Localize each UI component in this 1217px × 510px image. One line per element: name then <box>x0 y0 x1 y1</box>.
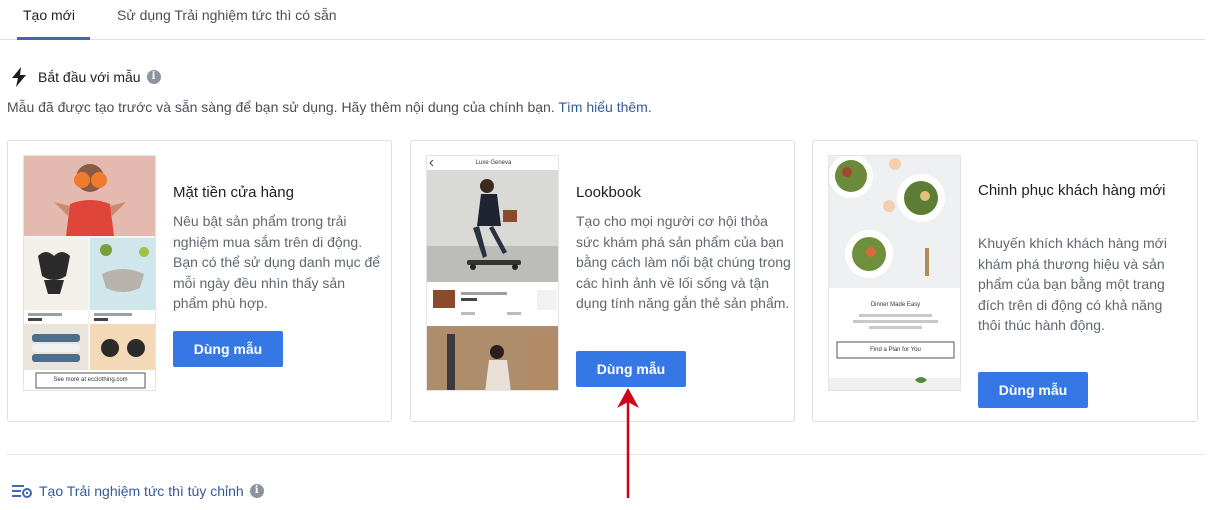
card-title: Lookbook <box>576 184 642 201</box>
tab-create-new[interactable]: Tạo mới <box>23 7 75 23</box>
customer-acquisition-thumbnail: Dinner Made Easy Find a Plan for You <box>828 155 961 391</box>
active-tab-indicator <box>17 37 90 40</box>
learn-more-link[interactable]: Tìm hiểu thêm. <box>558 99 651 115</box>
card-title: Mặt tiền cửa hàng <box>173 184 294 201</box>
use-template-button[interactable]: Dùng mẫu <box>978 372 1088 408</box>
customer-thumb-button: Find a Plan for You <box>870 347 921 353</box>
template-card-lookbook: Luxe Geneva Lookbook Tạo cho mọi người c… <box>410 140 795 422</box>
tab-bar: Tạo mới Sử dụng Trải nghiệm tức thì có s… <box>0 0 1205 40</box>
use-template-button[interactable]: Dùng mẫu <box>576 351 686 387</box>
lightning-bolt-icon <box>12 67 26 87</box>
description-text: Mẫu đã được tạo trước và sẵn sàng để bạn… <box>7 99 555 115</box>
template-card-storefront: See more at ecclothing.com Mặt tiền cửa … <box>7 140 392 422</box>
lookbook-thumb-header: Luxe Geneva <box>475 160 512 166</box>
card-description: Khuyến khích khách hàng mới khám phá thư… <box>978 235 1167 333</box>
use-template-button[interactable]: Dùng mẫu <box>173 331 283 367</box>
section-title: Bắt đầu với mẫu <box>38 69 141 85</box>
create-custom-experience-link[interactable]: Tạo Trải nghiệm tức thì tùy chỉnh <box>39 483 244 499</box>
tab-use-existing[interactable]: Sử dụng Trải nghiệm tức thì có sẵn <box>117 7 337 23</box>
custom-experience-row: Tạo Trải nghiệm tức thì tùy chỉnh i <box>11 483 264 499</box>
card-title: Chinh phục khách hàng mới <box>978 182 1166 199</box>
lookbook-thumbnail: Luxe Geneva <box>426 155 559 391</box>
card-description: Nêu bật sản phẩm trong trải nghiệm mua s… <box>173 213 381 311</box>
template-card-customer-acquisition: Dinner Made Easy Find a Plan for You Chi… <box>812 140 1198 422</box>
section-header: Bắt đầu với mẫu i <box>10 66 161 88</box>
info-icon[interactable]: i <box>249 484 264 498</box>
section-description: Mẫu đã được tạo trước và sẵn sàng để bạn… <box>7 99 652 115</box>
storefront-thumb-caption: See more at ecclothing.com <box>53 377 128 383</box>
storefront-thumbnail: See more at ecclothing.com <box>23 155 156 391</box>
customer-thumb-heading: Dinner Made Easy <box>870 302 921 308</box>
annotation-arrow-icon <box>617 388 639 498</box>
info-icon[interactable]: i <box>146 70 161 84</box>
list-settings-icon <box>12 485 32 498</box>
divider <box>7 454 1205 455</box>
card-description: Tạo cho mọi người cơ hội thỏa sức khám p… <box>576 213 791 311</box>
